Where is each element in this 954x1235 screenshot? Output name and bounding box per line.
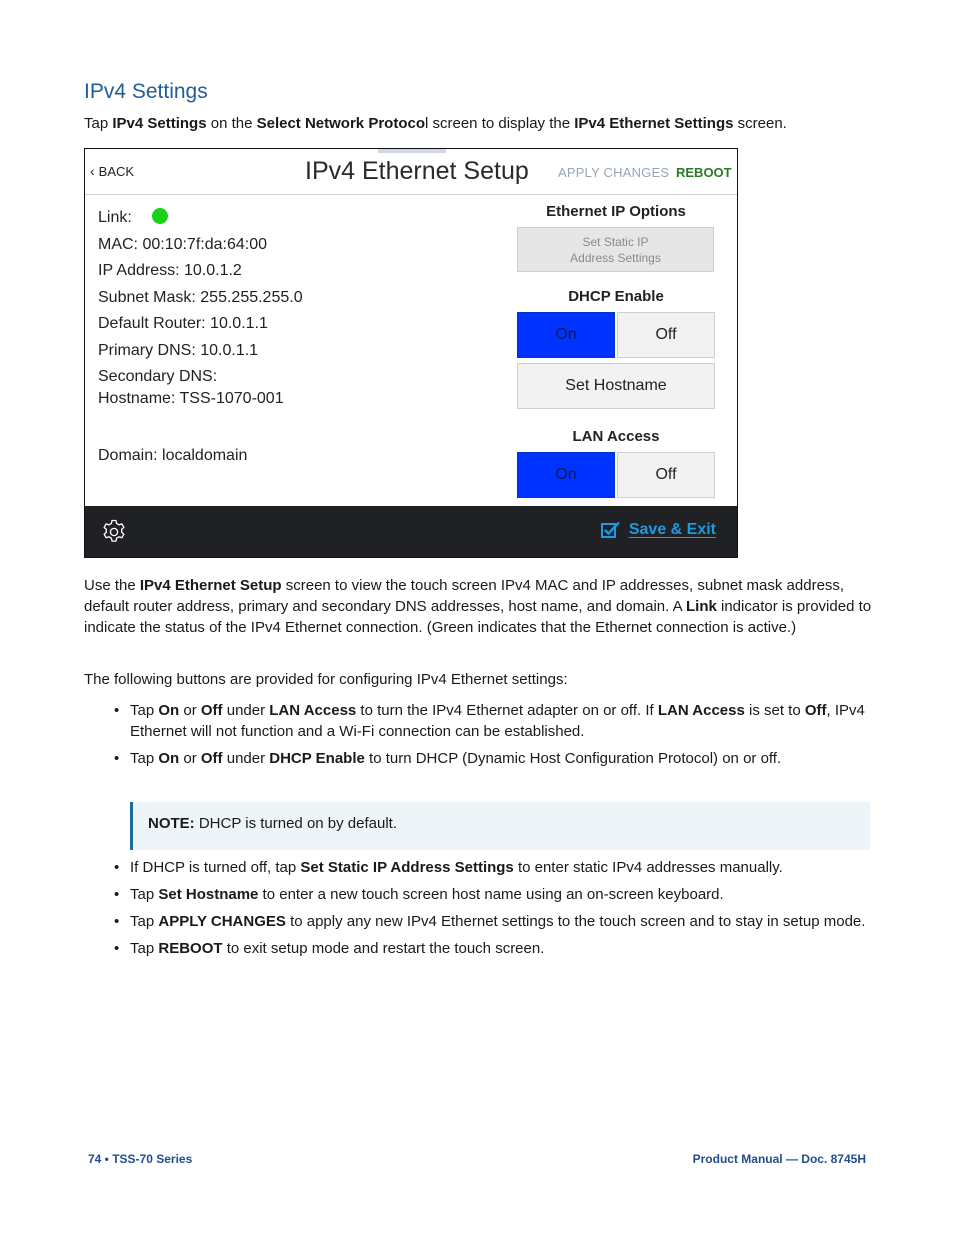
bold-term: Select Network Protoco bbox=[256, 115, 425, 132]
save-and-exit-button[interactable]: Save & Exit bbox=[600, 521, 716, 539]
back-label: BACK bbox=[98, 164, 135, 179]
text: to turn DHCP (Dynamic Host Configuration… bbox=[364, 750, 782, 767]
hostname: Hostname: TSS-1070-001 bbox=[98, 390, 284, 407]
bold-term: On bbox=[158, 750, 180, 767]
bold-term: IPv4 Settings bbox=[112, 115, 207, 132]
list-item: Tap On or Off under DHCP Enable to turn … bbox=[110, 748, 870, 769]
bold-term: LAN Access bbox=[657, 702, 745, 719]
ip-address: IP Address: 10.0.1.2 bbox=[98, 262, 242, 279]
link-status-indicator bbox=[151, 208, 168, 224]
device-footer-bar: Save & Exit bbox=[85, 506, 737, 557]
device-screenshot: ‹ BACK IPv4 Ethernet Setup APPLY CHANGES… bbox=[84, 148, 738, 558]
bullet-list-bottom: If DHCP is turned off, tap Set Static IP… bbox=[110, 857, 870, 959]
checkbox-checked-icon bbox=[600, 521, 620, 538]
list-item: Tap REBOOT to exit setup mode and restar… bbox=[110, 938, 870, 959]
secondary-dns: Secondary DNS: bbox=[98, 368, 218, 385]
text: under bbox=[222, 702, 270, 719]
bold-term: Link bbox=[686, 598, 717, 615]
bold-term: Off bbox=[804, 702, 827, 719]
dhcp-toggle: On Off bbox=[517, 312, 715, 358]
set-static-ip-button[interactable]: Set Static IP Address Settings bbox=[517, 227, 714, 272]
text: or bbox=[179, 750, 201, 767]
link-row: Link: bbox=[98, 207, 303, 234]
buttons-intro-paragraph: The following buttons are provided for c… bbox=[84, 671, 568, 688]
text: on the bbox=[206, 115, 257, 132]
text: Tap bbox=[130, 940, 159, 957]
chevron-left-icon: ‹ bbox=[90, 163, 95, 179]
link-label: Link: bbox=[98, 209, 132, 226]
lan-access-heading: LAN Access bbox=[572, 428, 660, 445]
page-footer-left: 74 • TSS-70 Series bbox=[88, 1152, 193, 1166]
static-btn-line1: Set Static IP bbox=[582, 235, 649, 249]
device-screen-title: IPv4 Ethernet Setup bbox=[305, 157, 529, 185]
text: l screen to display the bbox=[425, 115, 575, 132]
save-exit-label: Save & Exit bbox=[628, 521, 716, 538]
bold-term: APPLY CHANGES bbox=[158, 913, 286, 930]
page-footer-right: Product Manual — Doc. 8745H bbox=[692, 1152, 866, 1166]
note-text: DHCP is turned on by default. bbox=[194, 815, 398, 832]
text: If DHCP is turned off, tap bbox=[130, 859, 301, 876]
dhcp-on-button[interactable]: On bbox=[517, 312, 615, 358]
static-btn-line2: Address Settings bbox=[570, 251, 661, 265]
bullet-list-top: Tap On or Off under LAN Access to turn t… bbox=[110, 700, 870, 769]
reboot-button[interactable]: REBOOT bbox=[676, 165, 732, 180]
gear-icon[interactable] bbox=[101, 519, 127, 545]
section-title: IPv4 Settings bbox=[84, 80, 208, 103]
list-item: Tap Set Hostname to enter a new touch sc… bbox=[110, 884, 870, 905]
back-button[interactable]: ‹ BACK bbox=[90, 164, 134, 179]
mac-address: MAC: 00:10:7f:da:64:00 bbox=[98, 235, 267, 253]
bold-term: DHCP Enable bbox=[269, 750, 365, 767]
text: or bbox=[179, 702, 201, 719]
text: screen. bbox=[733, 115, 787, 132]
lan-access-toggle: On Off bbox=[517, 452, 715, 498]
description-paragraph: Use the IPv4 Ethernet Setup screen to vi… bbox=[84, 575, 874, 638]
text: Tap bbox=[130, 886, 159, 903]
list-item: Tap APPLY CHANGES to apply any new IPv4 … bbox=[110, 911, 870, 932]
bold-term: Set Hostname bbox=[158, 886, 259, 903]
note-callout: NOTE: DHCP is turned on by default. bbox=[130, 802, 870, 850]
lan-off-button[interactable]: Off bbox=[617, 452, 715, 498]
domain: Domain: localdomain bbox=[98, 447, 248, 464]
ethernet-ip-options-heading: Ethernet IP Options bbox=[546, 203, 686, 220]
device-top-bar: ‹ BACK IPv4 Ethernet Setup APPLY CHANGES… bbox=[85, 149, 737, 195]
network-info-list: Link: MAC: 00:10:7f:da:64:00 IP Address:… bbox=[98, 207, 303, 415]
subnet-mask: Subnet Mask: 255.255.255.0 bbox=[98, 288, 303, 306]
bold-term: On bbox=[158, 702, 180, 719]
bold-term: LAN Access bbox=[269, 702, 357, 719]
list-item: If DHCP is turned off, tap Set Static IP… bbox=[110, 857, 870, 878]
text: to apply any new IPv4 Ethernet settings … bbox=[285, 913, 866, 930]
text: Use the bbox=[84, 577, 140, 594]
text: Tap bbox=[130, 702, 159, 719]
bold-term: Off bbox=[200, 702, 223, 719]
text: Tap bbox=[84, 115, 113, 132]
list-item: Tap On or Off under LAN Access to turn t… bbox=[110, 700, 870, 742]
primary-dns: Primary DNS: 10.0.1.1 bbox=[98, 341, 259, 359]
text: is set to bbox=[744, 702, 805, 719]
apply-changes-button[interactable]: APPLY CHANGES bbox=[558, 165, 669, 180]
bold-term: IPv4 Ethernet Settings bbox=[574, 115, 734, 132]
text: to exit setup mode and restart the touch… bbox=[222, 940, 545, 957]
text: Tap bbox=[130, 913, 159, 930]
bold-term: Off bbox=[200, 750, 223, 767]
text: to enter static IPv4 addresses manually. bbox=[513, 859, 783, 876]
text: to enter a new touch screen host name us… bbox=[258, 886, 724, 903]
bold-term: IPv4 Ethernet Setup bbox=[139, 577, 282, 594]
default-router: Default Router: 10.0.1.1 bbox=[98, 315, 268, 332]
intro-paragraph: Tap IPv4 Settings on the Select Network … bbox=[84, 113, 874, 134]
dhcp-enable-heading: DHCP Enable bbox=[568, 288, 664, 305]
tab-indicator bbox=[378, 149, 446, 153]
text: under bbox=[222, 750, 270, 767]
text: to turn the IPv4 Ethernet adapter on or … bbox=[356, 702, 658, 719]
lan-on-button[interactable]: On bbox=[517, 452, 615, 498]
set-hostname-button[interactable]: Set Hostname bbox=[517, 363, 715, 409]
bold-term: REBOOT bbox=[158, 940, 223, 957]
dhcp-off-button[interactable]: Off bbox=[617, 312, 715, 358]
text: Tap bbox=[130, 750, 159, 767]
bold-term: Set Static IP Address Settings bbox=[300, 859, 514, 876]
note-label: NOTE: bbox=[148, 815, 195, 832]
